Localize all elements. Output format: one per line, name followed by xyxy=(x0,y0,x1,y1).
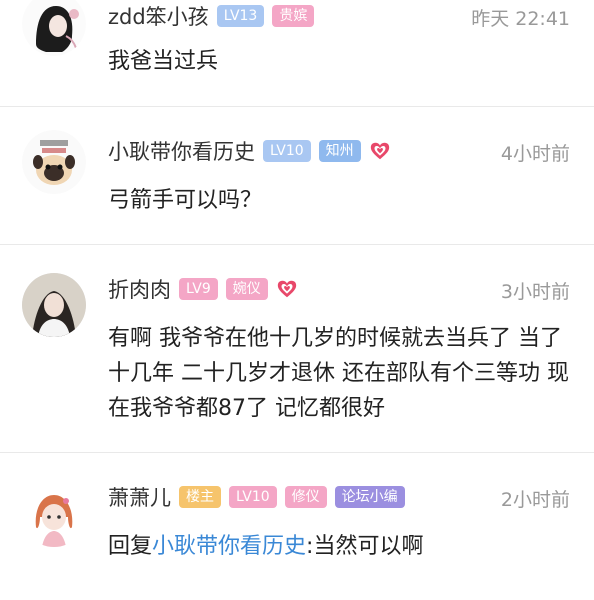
timestamp: 3小时前 xyxy=(500,281,570,303)
comment-text: 我爸当过兵 xyxy=(108,49,219,74)
comment-meta: 萧萧儿 楼主 LV10 修仪 论坛小编 xyxy=(108,483,413,511)
comment-item: zdd笨小孩 LV13 贵嫔 昨天 22:41 我爸当过兵 xyxy=(0,0,594,107)
reply-to-link[interactable]: 小耿带你看历史 xyxy=(152,534,306,559)
timestamp: 昨天 22:41 xyxy=(471,8,570,30)
avatar[interactable] xyxy=(22,130,86,194)
comment-item: 小耿带你看历史 LV10 知州 4小时前 弓箭手可以吗？ xyxy=(0,107,594,245)
reply-text: :当然可以啊 xyxy=(306,534,424,559)
title-badge: 贵嫔 xyxy=(272,5,315,27)
username[interactable]: 小耿带你看历史 xyxy=(108,136,255,166)
username[interactable]: zdd笨小孩 xyxy=(108,1,209,31)
title-badge: 婉仪 xyxy=(225,278,268,300)
title-badge: 知州 xyxy=(318,140,361,162)
timestamp: 4小时前 xyxy=(500,143,570,165)
comment-item: 萧萧儿 楼主 LV10 修仪 论坛小编 2小时前 回复小耿带你看历史:当然可以啊 xyxy=(0,453,594,600)
level-badge: LV9 xyxy=(179,278,218,300)
timestamp: 2小时前 xyxy=(500,489,570,511)
comment-meta: 折肉肉 LV9 婉仪 xyxy=(108,275,298,303)
username[interactable]: 萧萧儿 xyxy=(108,482,171,512)
reply-prefix: 回复 xyxy=(108,534,153,559)
avatar[interactable] xyxy=(22,0,86,56)
editor-badge: 论坛小编 xyxy=(334,486,405,508)
avatar[interactable] xyxy=(22,483,86,547)
level-badge: LV10 xyxy=(263,140,311,162)
heart-icon xyxy=(277,280,296,298)
comment-text: 弓箭手可以吗？ xyxy=(108,188,263,213)
level-badge: LV10 xyxy=(229,486,277,508)
comment-item: 折肉肉 LV9 婉仪 3小时前 有啊 我爷爷在他十几岁的时候就去当兵了 当了十几… xyxy=(0,245,594,453)
title-badge: 修仪 xyxy=(284,486,327,508)
avatar[interactable] xyxy=(22,273,86,337)
comment-meta: zdd笨小孩 LV13 贵嫔 xyxy=(108,2,322,30)
heart-icon xyxy=(370,142,389,160)
level-badge: LV13 xyxy=(216,5,265,27)
comment-meta: 小耿带你看历史 LV10 知州 xyxy=(108,137,391,165)
owner-badge: 楼主 xyxy=(179,486,221,508)
username[interactable]: 折肉肉 xyxy=(108,274,171,304)
comment-text: 回复小耿带你看历史:当然可以啊 xyxy=(108,529,570,565)
comment-text: 有啊 我爷爷在他十几岁的时候就去当兵了 当了十几年 二十几岁才退休 还在部队有个… xyxy=(108,326,569,421)
